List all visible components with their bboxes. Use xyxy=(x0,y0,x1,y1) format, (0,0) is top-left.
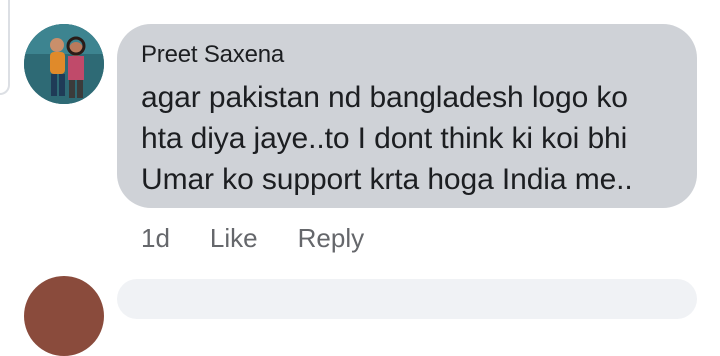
comment-actions: 1d Like Reply xyxy=(141,222,404,254)
comment-text: agar pakistan nd bangladesh logo ko hta … xyxy=(141,81,633,196)
comment-author-name[interactable]: Preet Saxena xyxy=(141,40,697,70)
next-comment-bubble[interactable] xyxy=(117,279,697,319)
avatar[interactable] xyxy=(24,24,104,104)
next-comment-avatar[interactable] xyxy=(24,276,104,356)
reply-button[interactable]: Reply xyxy=(298,223,364,254)
comment-bubble[interactable]: Preet Saxena agar pakistan nd bangladesh… xyxy=(117,24,697,208)
like-button[interactable]: Like xyxy=(210,223,258,254)
thread-connector-line xyxy=(0,0,10,95)
avatar-photo-icon xyxy=(24,24,104,104)
comment-timestamp[interactable]: 1d xyxy=(141,223,170,254)
